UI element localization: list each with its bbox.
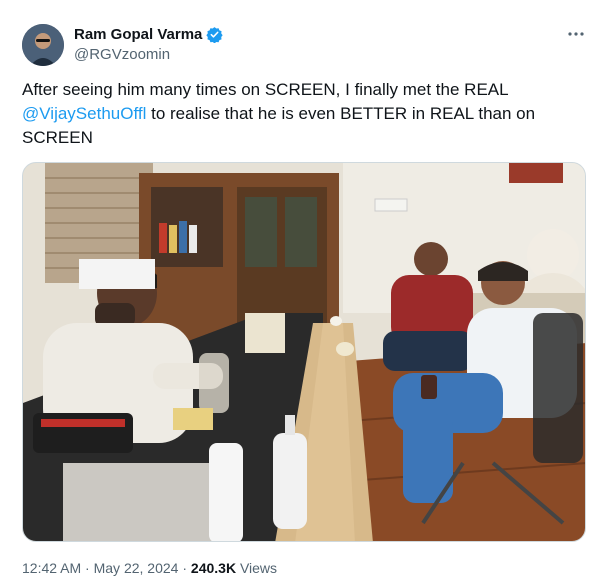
display-name[interactable]: Ram Gopal Varma xyxy=(74,26,202,43)
more-options-icon[interactable] xyxy=(566,26,586,42)
tweet-photo[interactable] xyxy=(22,162,586,542)
avatar[interactable] xyxy=(22,24,64,66)
views-label: Views xyxy=(236,560,278,576)
author-handle[interactable]: @RGVzoomin xyxy=(74,46,170,63)
tweet-time[interactable]: 12:42 AM xyxy=(22,560,81,576)
tweet-text: After seeing him many times on SCREEN, I… xyxy=(22,78,582,150)
tweet-date[interactable]: May 22, 2024 xyxy=(94,560,179,576)
verified-badge-icon xyxy=(206,26,224,44)
views-count: 240.3K xyxy=(190,560,237,576)
tweet-meta: 12:42 AM · May 22, 2024 · 240.3K Views xyxy=(22,560,277,576)
tweet-card: Ram Gopal Varma @RGVzoomin After seeing … xyxy=(0,0,600,581)
tweet-text-part: After seeing him many times on SCREEN, I… xyxy=(22,80,508,99)
mention-link[interactable]: @VijaySethuOffl xyxy=(22,104,146,123)
author-name-row: Ram Gopal Varma xyxy=(74,26,224,44)
meta-separator: · xyxy=(81,560,94,576)
meta-separator: · xyxy=(178,560,191,576)
